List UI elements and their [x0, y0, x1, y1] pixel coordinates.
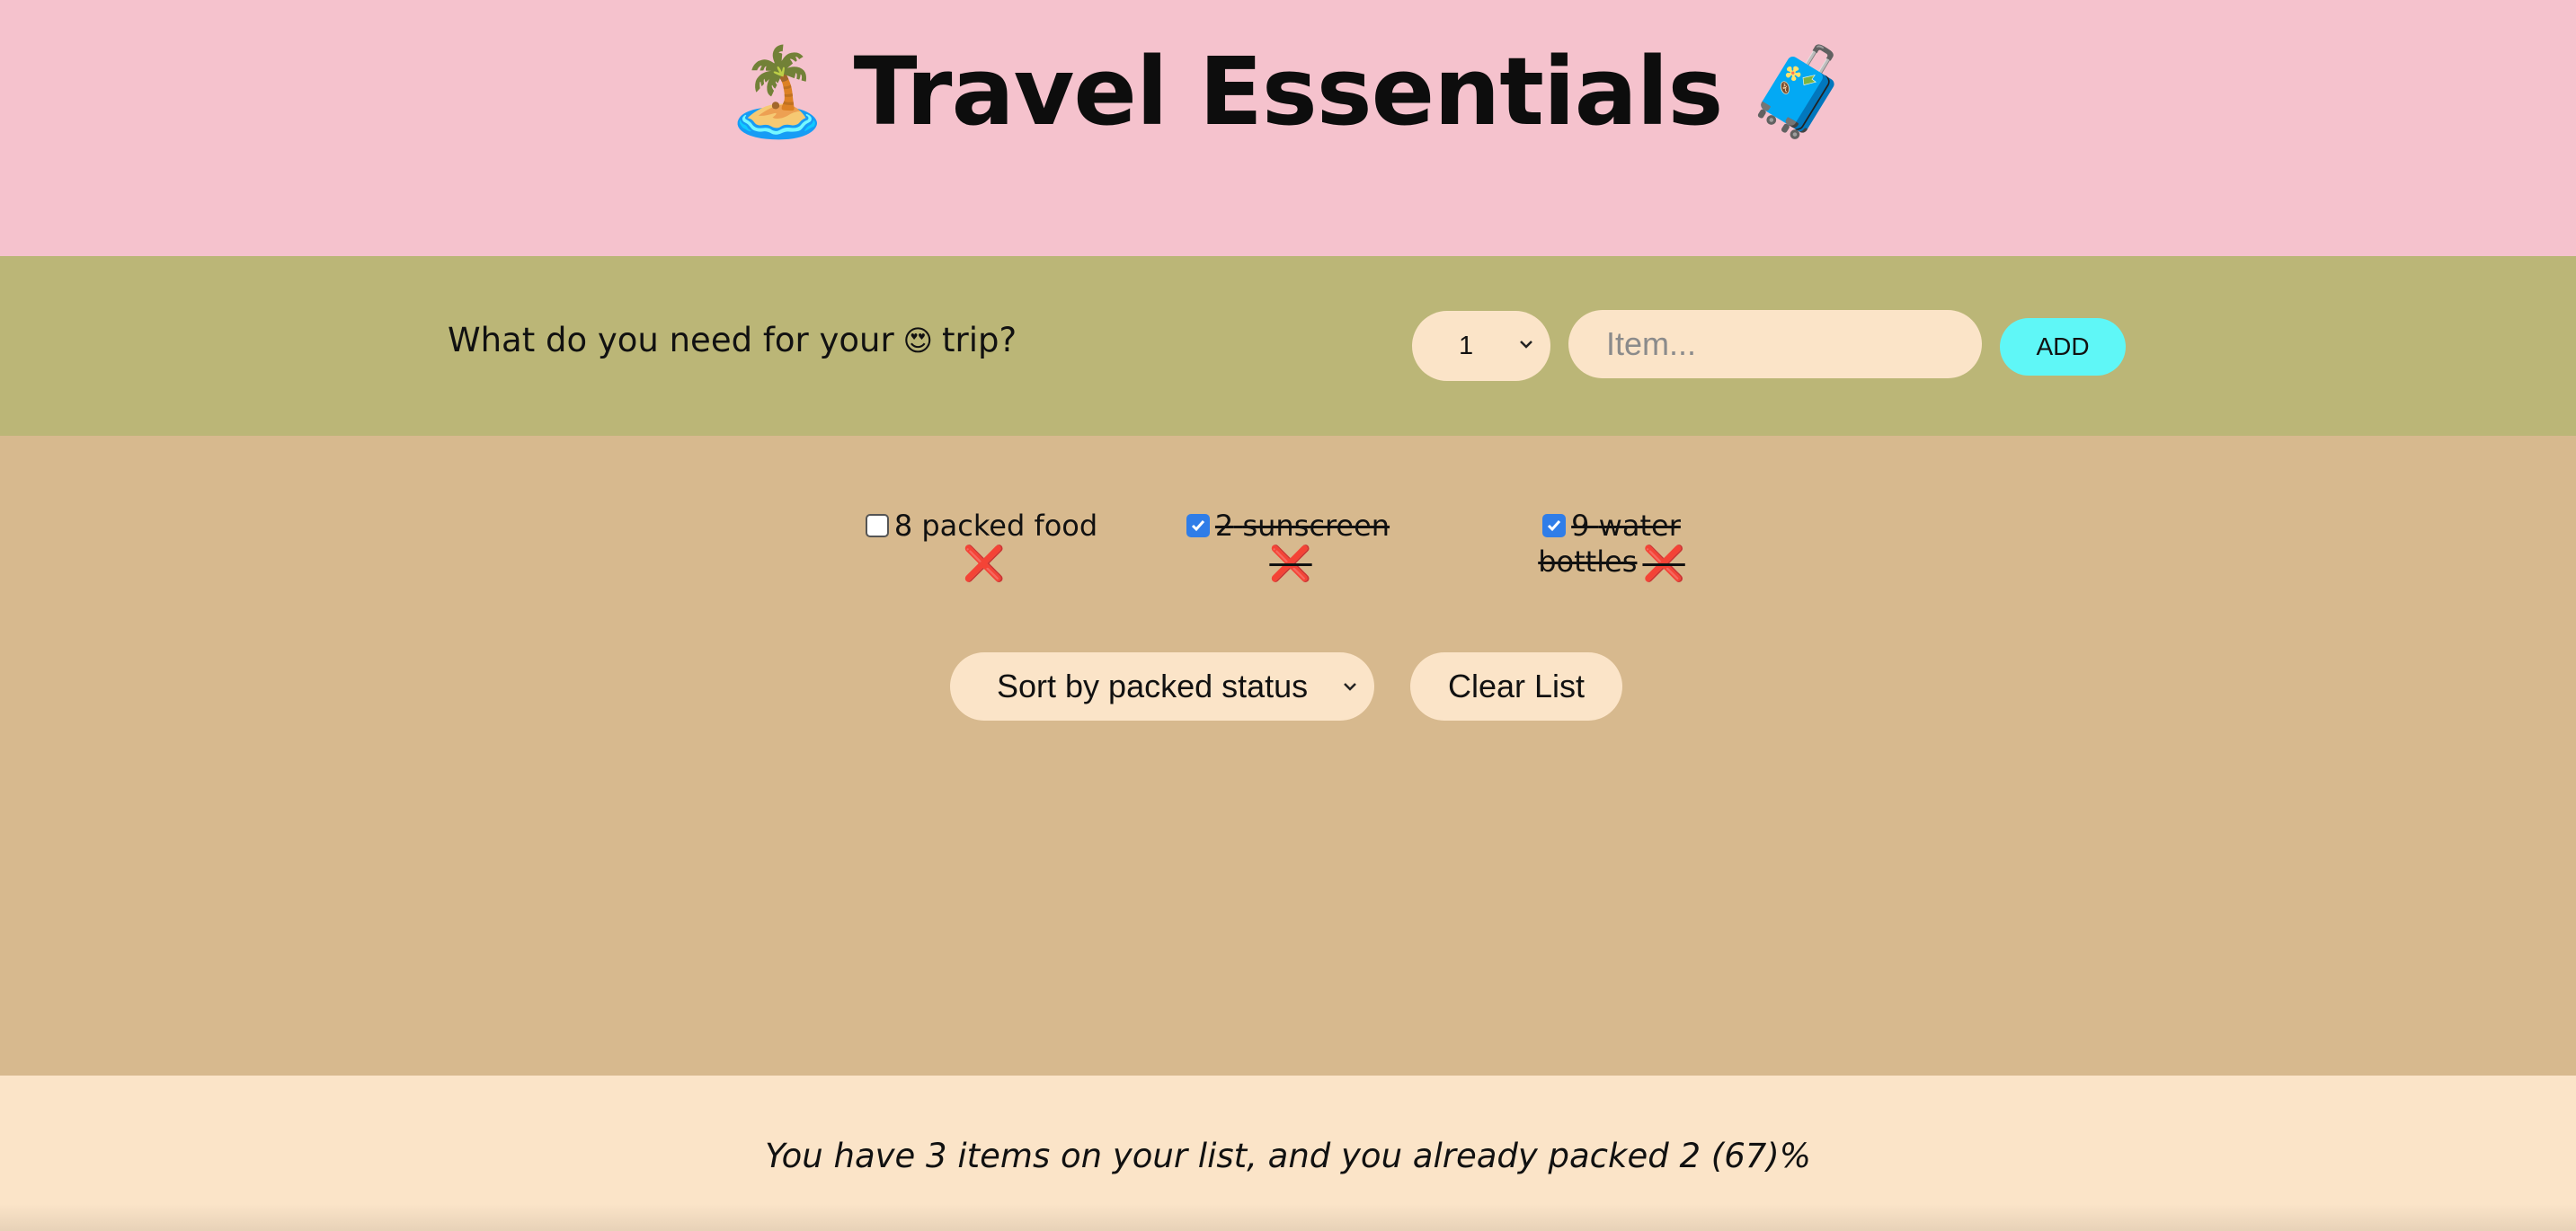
delete-icon[interactable]: ❌	[1642, 546, 1684, 580]
item-checkbox[interactable]	[1186, 514, 1210, 537]
form-question: What do you need for your 😍 trip?	[448, 321, 1017, 359]
item-input[interactable]	[1568, 310, 1982, 378]
title-text: Travel Essentials	[853, 36, 1724, 146]
question-prefix: What do you need for your	[448, 321, 894, 359]
suitcase-icon: 🧳	[1745, 40, 1853, 142]
quantity-select[interactable]: 1	[1412, 311, 1550, 381]
add-item-form: What do you need for your 😍 trip? 1 ADD	[0, 256, 2576, 436]
chevron-down-icon	[1520, 341, 1532, 349]
sort-select[interactable]: Sort by packed status	[950, 652, 1374, 721]
quantity-value: 1	[1459, 331, 1474, 360]
delete-icon[interactable]: ❌	[963, 546, 1005, 580]
stats-footer: You have 3 items on your list, and you a…	[0, 1076, 2576, 1231]
stats-text: You have 3 items on your list, and you a…	[765, 1137, 1811, 1175]
checkmark-icon	[1191, 520, 1205, 532]
page-title: 🏝️ Travel Essentials 🧳	[700, 37, 1876, 146]
item-checkbox[interactable]	[865, 514, 889, 537]
clear-list-button[interactable]: Clear List	[1410, 652, 1622, 721]
list-item: 2 sunscreen❌	[1171, 508, 1405, 580]
heart-eyes-icon: 😍	[902, 323, 934, 358]
packing-list: 8 packed food❌ 2 sunscreen❌ 9 water bott…	[0, 436, 2576, 1076]
checkmark-icon	[1548, 520, 1561, 532]
sort-value: Sort by packed status	[997, 668, 1309, 704]
add-button[interactable]: ADD	[2000, 318, 2126, 376]
palm-island-icon: 🏝️	[724, 40, 831, 142]
item-label: 2 sunscreen	[1214, 509, 1390, 543]
list-item: 8 packed food❌	[865, 508, 1098, 580]
delete-icon[interactable]: ❌	[1269, 546, 1311, 580]
chevron-down-icon	[1344, 683, 1356, 691]
list-item: 9 water bottles ❌	[1495, 508, 1728, 580]
question-suffix: trip?	[942, 321, 1017, 359]
app-header: 🏝️ Travel Essentials 🧳	[0, 0, 2576, 256]
item-checkbox[interactable]	[1542, 514, 1567, 537]
item-label: 8 packed food	[893, 509, 1098, 543]
